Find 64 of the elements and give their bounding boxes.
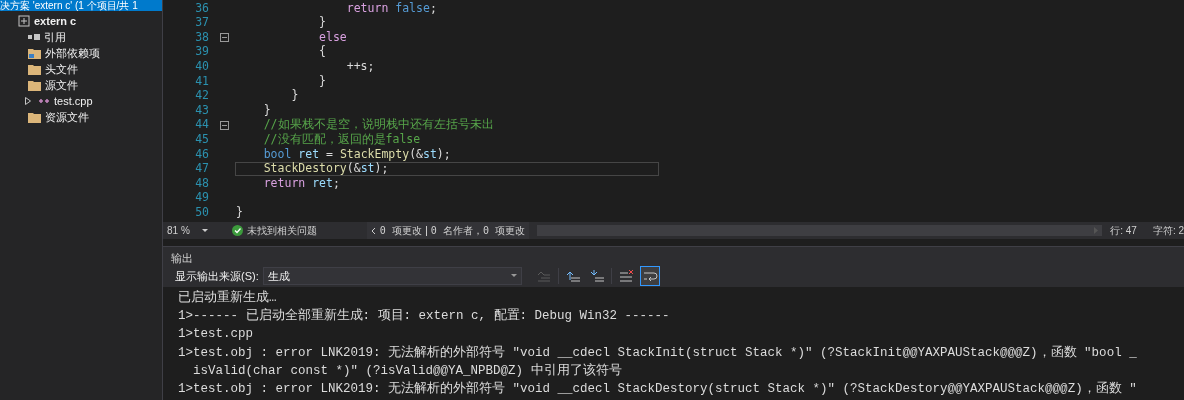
code-line: return ret; — [262, 176, 341, 191]
cpp-file-icon — [38, 96, 50, 106]
code-line: { — [318, 44, 327, 60]
horizontal-scrollbar[interactable] — [536, 225, 1103, 236]
caret-icon — [201, 228, 208, 233]
folder-dependency-icon — [28, 47, 41, 59]
code-line: //如果栈不是空，说明栈中还有左括号未出 — [262, 117, 495, 133]
panel-title: 输出 — [170, 251, 194, 265]
line-number: 45 — [194, 131, 210, 148]
tree-item[interactable]: extern c — [34, 12, 77, 30]
references-icon — [28, 33, 40, 41]
folder-icon — [28, 63, 41, 75]
line-number: 46 — [194, 145, 210, 163]
line-number: 44 — [194, 116, 210, 134]
line-number: 50 — [194, 204, 210, 221]
line-number: 49 — [194, 189, 210, 207]
issues-status[interactable]: 未找到相关问题 — [246, 223, 317, 238]
arrow-up-lines-icon — [564, 269, 581, 283]
code-line: } — [290, 88, 300, 104]
authors-count[interactable]: 0 名作者，0 项更改 — [430, 223, 525, 238]
tree-item[interactable]: 外部依赖项 — [45, 44, 100, 62]
source-label: 显示输出来源(S): — [175, 268, 259, 284]
output-line: isValid(char const *)" (?isValid@@YA_NPBD@Z) 中引用了该符号 — [192, 362, 623, 380]
code-line: ++s; — [345, 59, 376, 74]
line-number: 36 — [194, 0, 210, 17]
word-wrap-icon — [641, 269, 658, 283]
collapse-icon[interactable] — [219, 33, 229, 42]
collapse-icon[interactable] — [219, 120, 229, 130]
code-line: else — [318, 30, 348, 45]
code-line: } — [262, 103, 272, 118]
line-number: 39 — [194, 43, 210, 61]
solution-header[interactable]: 决方案 'extern c' (1 个项目/共 1 — [0, 0, 162, 11]
check-icon — [231, 225, 243, 236]
source-dropdown[interactable]: 生成 — [262, 267, 522, 285]
code-line: bool ret = StackEmpty(&st); — [262, 146, 452, 162]
line-indicator: 行: 47 — [1110, 224, 1137, 238]
output-line: 1>test.obj : error LNK2019: 无法解析的外部符号 "void __cdecl StackDestory(struct Stack *)" (?StackDestory@@YAXPAUStack@@@Z)，函数 " — [178, 380, 1138, 398]
code-line: return false; — [345, 1, 438, 16]
tree-item[interactable]: 引用 — [44, 28, 66, 46]
changes-count[interactable]: 0 项更改 — [379, 223, 422, 238]
project-icon — [18, 15, 30, 27]
code-line: } — [318, 73, 327, 89]
tree-item[interactable]: 源文件 — [45, 76, 78, 94]
clear-list-icon — [617, 269, 634, 283]
tree-item[interactable]: 资源文件 — [45, 108, 89, 126]
output-line: 1>test.obj : error LNK2019: 无法解析的外部符号 "void __cdecl StackInit(struct Stack *)" (?StackInit@@YAXPAUStack@@@Z)，函数 "bool _ — [178, 344, 1138, 362]
folder-icon — [28, 79, 41, 91]
tree-item[interactable]: test.cpp — [54, 92, 93, 110]
chevron-left-icon[interactable] — [370, 226, 376, 235]
folder-icon — [28, 111, 41, 123]
output-line: 已启动重新生成… — [178, 289, 278, 307]
output-line: 1>------ 已启动全部重新生成: 项目: extern c, 配置: Debug Win32 ------ — [178, 307, 671, 326]
word-wrap-button[interactable] — [639, 266, 660, 286]
output-line: 1>test.cpp — [178, 326, 254, 344]
arrow-down-lines-icon — [588, 269, 605, 283]
caret-icon — [510, 274, 517, 278]
code-line: //没有匹配，返回的是false — [262, 132, 422, 147]
zoom-dropdown[interactable]: 81 % — [163, 222, 212, 239]
expand-arrow-icon[interactable] — [25, 97, 31, 105]
tree-item[interactable]: 头文件 — [45, 60, 78, 78]
char-indicator: 字符: 2 — [1152, 224, 1184, 238]
lines-arrow-icon — [535, 269, 552, 283]
code-line: } — [235, 205, 244, 220]
code-line: } — [318, 15, 327, 31]
